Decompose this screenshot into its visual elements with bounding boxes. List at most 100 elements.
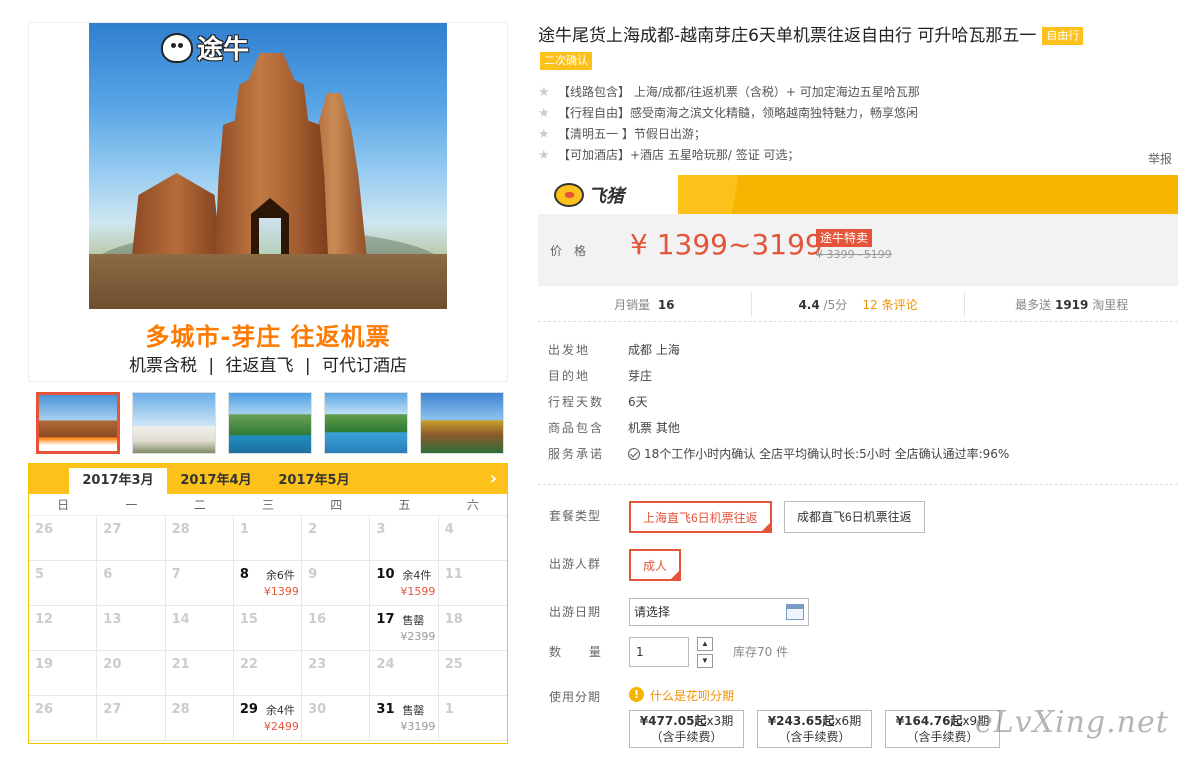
quantity-decrease-button[interactable]: ▼ — [697, 654, 713, 668]
installment-amount: ¥164.76起 — [895, 714, 963, 728]
calendar-day-stock: 余4件 — [402, 569, 432, 582]
tab-month-2[interactable]: 2017年4月 — [167, 468, 265, 494]
calendar-day-cell[interactable]: 17 售罄 ¥2399 — [370, 606, 439, 651]
report-link[interactable]: 举报 — [1148, 150, 1172, 167]
points-prefix: 最多送 — [1015, 298, 1052, 312]
calendar-day-number: 12 — [35, 612, 54, 627]
thumbnail-1[interactable] — [36, 392, 120, 454]
tag-second-confirm: 二次确认 — [540, 52, 592, 70]
cow-logo-icon — [161, 32, 193, 63]
quantity-input[interactable]: 1 — [629, 637, 689, 667]
calendar-day-cell: 24 — [370, 651, 439, 696]
calendar-day-number: 27 — [103, 702, 122, 717]
calendar-day-number: 9 — [308, 567, 318, 582]
installment-note: （含手续费） — [778, 730, 851, 744]
weekday-label: 二 — [193, 498, 206, 512]
platform-name: 飞猪 — [588, 186, 624, 207]
calendar-day-cell[interactable]: 10 余4件 ¥1599 — [370, 561, 439, 606]
calendar-day-number: 23 — [308, 657, 327, 672]
thumbnail-5[interactable] — [420, 392, 504, 454]
calendar-day-price: ¥1599 — [400, 585, 436, 598]
calendar-day-number: 1 — [444, 702, 454, 717]
calendar-day-number: 6 — [103, 567, 113, 582]
calendar-day-cell: 22 — [233, 651, 303, 696]
sales-label: 月销量 — [614, 298, 651, 312]
travel-date-input[interactable]: 请选择 — [629, 598, 809, 626]
calendar-day-cell[interactable]: 8 余6件 ¥1399 — [233, 561, 303, 606]
package-option-chengdu[interactable]: 成都直飞6日机票往返 — [784, 501, 925, 533]
info-row-destination: 目的地 芽庄 — [548, 362, 1168, 388]
stock-text: 库存70 件 — [733, 645, 789, 659]
calendar-day-number: 26 — [35, 522, 54, 537]
installment-note: （含手续费） — [906, 730, 979, 744]
calendar-day-number: 8 — [239, 567, 249, 582]
feature-text: 【可加酒店】+酒店 五星哈玩那/ 签证 可选； — [558, 148, 800, 162]
calendar-icon[interactable] — [786, 604, 804, 620]
crowd-option-adult[interactable]: 成人 — [629, 549, 682, 581]
calendar-day-cell: 27 — [97, 696, 166, 741]
chevron-right-icon[interactable]: › — [490, 468, 497, 489]
calendar-day-cell: 20 — [97, 651, 166, 696]
feature-item: ★ 【清明五一 】节假日出游； — [538, 124, 1138, 145]
thumbnail-3[interactable] — [228, 392, 312, 454]
calendar-month-tabs: 2017年3月 2017年4月 2017年5月 › — [29, 464, 507, 494]
calendar-day-number: 14 — [171, 612, 190, 627]
star-icon: ★ — [538, 127, 550, 142]
calendar-day-cell: 9 — [302, 561, 371, 606]
quantity-increase-button[interactable]: ▲ — [697, 637, 713, 651]
calendar-day-cell: 23 — [302, 651, 371, 696]
thumbnail-4[interactable] — [324, 392, 408, 454]
date-value: 请选择 — [634, 605, 671, 619]
calendar-day-number: 20 — [103, 657, 122, 672]
tuniu-logo: 途牛 — [161, 29, 249, 66]
calendar-day-cell: 19 — [29, 651, 98, 696]
calendar-day-cell: 11 — [438, 561, 507, 606]
calendar-day-number: 30 — [308, 702, 327, 717]
feature-item: ★ 【线路包含】 上海/成都/往返机票（含税）+ 可加定海边五星哈瓦那 — [538, 82, 1138, 103]
thumbnail-strip — [28, 386, 508, 460]
tab-month-1[interactable]: 2017年3月 — [69, 468, 167, 494]
calendar-day-cell[interactable]: 29 余4件 ¥2499 — [233, 696, 303, 741]
price-label: 价格 — [550, 244, 599, 258]
hero-photo: 途牛 — [89, 23, 447, 309]
reviews-link[interactable]: 12 条评论 — [862, 298, 917, 312]
installment-option-6[interactable]: ¥243.65起x6期 （含手续费） — [757, 710, 872, 748]
calendar-day-price: ¥3199 — [400, 720, 436, 733]
tab-month-3[interactable]: 2017年5月 — [265, 468, 363, 494]
calendar-day-number: 5 — [35, 567, 45, 582]
sale-badge: 途牛特卖 — [816, 229, 873, 247]
calendar-day-number: 19 — [35, 657, 54, 672]
thumbnail-2[interactable] — [132, 392, 216, 454]
info-label: 服务承诺 — [548, 446, 605, 461]
package-option-shanghai[interactable]: 上海直飞6日机票往返 — [629, 501, 772, 533]
weekday-label: 五 — [398, 498, 411, 512]
calendar-day-cell: 7 — [165, 561, 234, 606]
hero-banner-title: 多城市-芽庄 往返机票 — [145, 323, 391, 351]
installment-amount: ¥477.05起 — [639, 714, 707, 728]
product-title: 途牛尾货上海成都-越南芽庄6天单机票往返自由行 可升哈瓦那五一 自由行 — [538, 24, 1168, 48]
product-hero-image: 途牛 多城市-芽庄 往返机票 机票含税 | 往返直飞 | 可代订酒店 — [28, 22, 508, 382]
calendar-day-cell: 6 — [97, 561, 166, 606]
star-icon: ★ — [538, 148, 550, 163]
calendar-day-number: 28 — [171, 522, 190, 537]
calendar-day-price: ¥1399 — [263, 585, 299, 598]
info-row-days: 行程天数 6天 — [548, 388, 1168, 414]
calendar-day-number: 31 — [376, 702, 395, 717]
rating-suffix: /5分 — [823, 298, 848, 312]
calendar-day-price: ¥2399 — [400, 630, 436, 643]
quantity-label: 数 量 — [549, 645, 613, 659]
calendar-day-cell: 21 — [165, 651, 234, 696]
calendar-day-cell: 26 — [29, 696, 98, 741]
weekday-label: 日 — [57, 498, 70, 512]
installment-option-3[interactable]: ¥477.05起x3期 （含手续费） — [629, 710, 744, 748]
weekday-label: 三 — [261, 498, 274, 512]
calendar-day-cell: 4 — [438, 516, 507, 561]
calendar-day-cell: 2 — [302, 516, 371, 561]
huabei-info-link[interactable]: 什么是花呗分期 — [650, 687, 734, 704]
calendar-day-cell[interactable]: 31 售罄 ¥3199 — [370, 696, 439, 741]
calendar-day-number: 7 — [171, 567, 181, 582]
calendar-day-stock: 余6件 — [265, 569, 295, 582]
feature-text: 【清明五一 】节假日出游； — [558, 127, 706, 141]
installment-note: （含手续费） — [650, 730, 723, 744]
calendar-weekday-header: 日 一 二 三 四 五 六 — [29, 494, 507, 516]
